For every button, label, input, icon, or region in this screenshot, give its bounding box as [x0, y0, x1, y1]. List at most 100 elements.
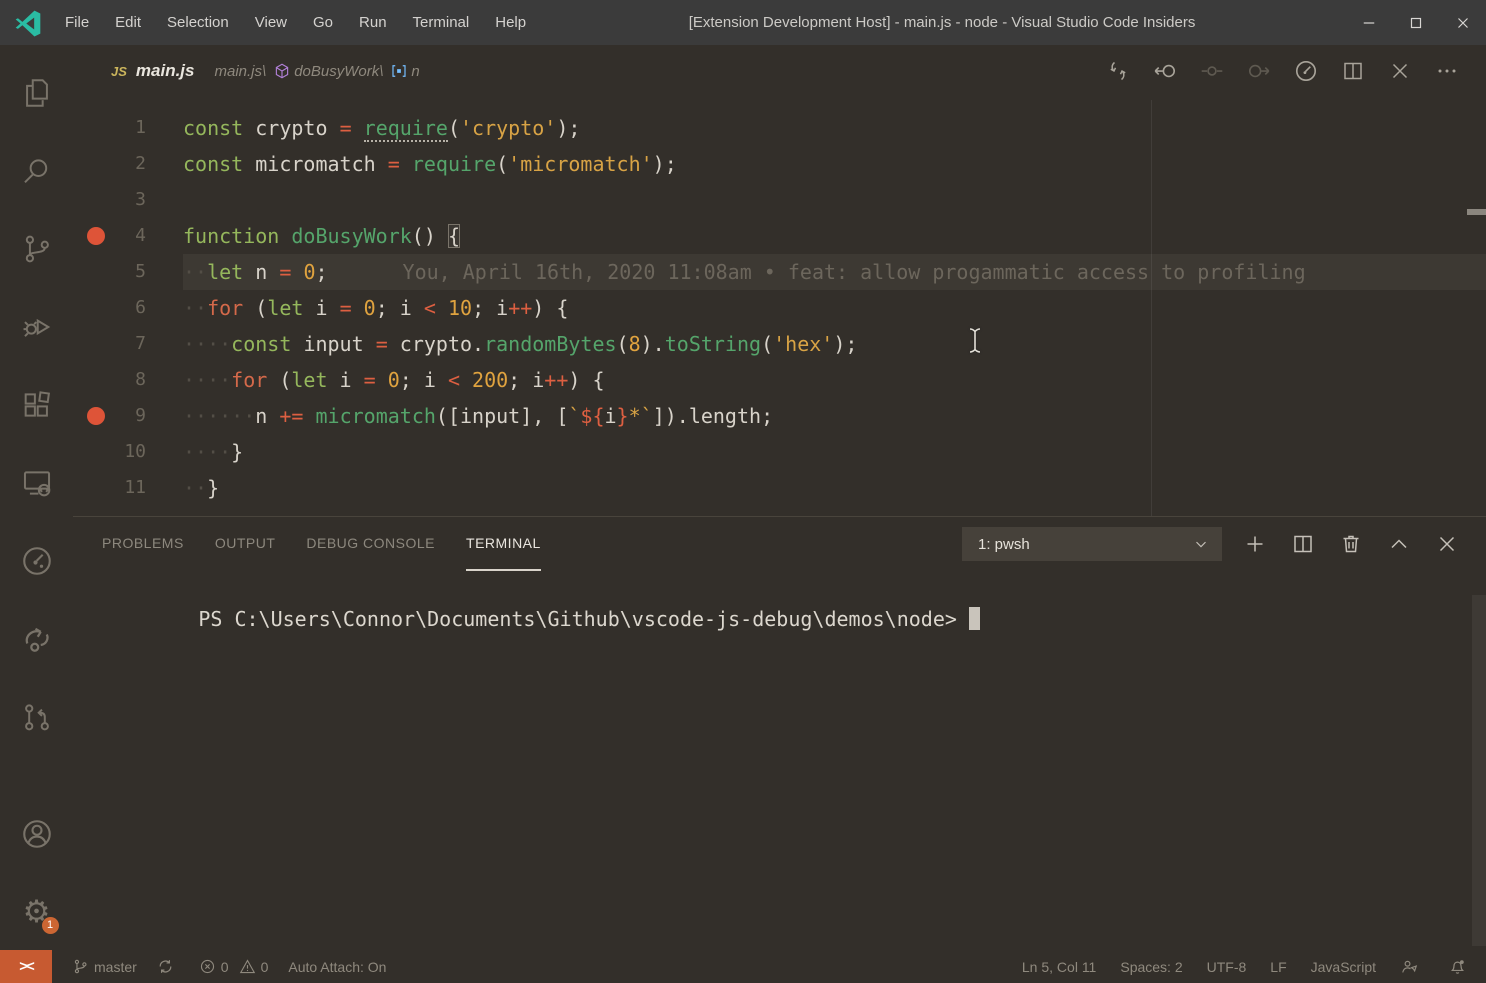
breadcrumb-variable[interactable]: n — [411, 63, 419, 80]
close-editor-icon[interactable] — [1385, 56, 1415, 86]
close-panel-icon[interactable] — [1432, 529, 1462, 559]
more-actions-icon[interactable] — [1432, 56, 1462, 86]
tab-terminal[interactable]: TERMINAL — [466, 517, 541, 571]
remote-icon: >< — [19, 958, 33, 975]
profile-session-icon[interactable] — [1291, 56, 1321, 86]
breadcrumb-symbol[interactable]: doBusyWork\ — [294, 63, 383, 80]
breakpoint-slot[interactable] — [87, 371, 105, 389]
breakpoint-slot[interactable] — [87, 119, 105, 137]
menu-edit[interactable]: Edit — [102, 0, 154, 45]
code-line-3[interactable]: 3 — [73, 182, 1486, 218]
profile-icon[interactable] — [13, 535, 61, 587]
auto-attach-item[interactable]: Auto Attach: On — [288, 959, 386, 975]
tab-output[interactable]: OUTPUT — [215, 517, 276, 571]
breakpoint-slot[interactable] — [87, 299, 105, 317]
problems-item[interactable]: 0 0 — [199, 958, 269, 975]
breakpoint-slot[interactable] — [87, 155, 105, 173]
code-line-8[interactable]: 8····for (let i = 0; i < 200; i++) { — [73, 362, 1486, 398]
kill-terminal-icon[interactable] — [1336, 529, 1366, 559]
line-col-item[interactable]: Ln 5, Col 11 — [1022, 959, 1096, 975]
git-branch-item[interactable]: master — [72, 958, 137, 975]
tab-problems[interactable]: PROBLEMS — [102, 517, 184, 571]
errors-icon — [199, 958, 216, 975]
code-line-content[interactable] — [183, 182, 1486, 218]
line-number: 7 — [105, 326, 183, 362]
code-line-5[interactable]: 5··let n = 0;You, April 16th, 2020 11:08… — [73, 254, 1486, 290]
terminal-content[interactable]: PS C:\Users\Connor\Documents\Github\vsco… — [73, 571, 1486, 950]
source-control-icon[interactable] — [13, 223, 61, 275]
settings-gear-icon[interactable]: ⚙ 1 — [13, 886, 61, 938]
step-previous-icon[interactable] — [1197, 56, 1227, 86]
menu-view[interactable]: View — [242, 0, 300, 45]
editor-header: JS main.js main.js\ doBusyWork\ n — [73, 45, 1486, 97]
breakpoint-dot[interactable] — [87, 407, 105, 425]
new-terminal-icon[interactable] — [1240, 529, 1270, 559]
breadcrumb-file[interactable]: main.js\ — [215, 63, 267, 80]
code-line-4[interactable]: 4function doBusyWork() { — [73, 218, 1486, 254]
breakpoint-slot[interactable] — [87, 443, 105, 461]
compare-changes-icon[interactable] — [1103, 56, 1133, 86]
remote-explorer-icon[interactable] — [13, 457, 61, 509]
bottom-panel: PROBLEMS OUTPUT DEBUG CONSOLE TERMINAL 1… — [73, 516, 1486, 950]
code-line-6[interactable]: 6··for (let i = 0; i < 10; i++) { — [73, 290, 1486, 326]
code-line-content[interactable]: ····for (let i = 0; i < 200; i++) { — [183, 362, 1486, 398]
indentation-item[interactable]: Spaces: 2 — [1120, 959, 1182, 975]
feedback-icon[interactable] — [1400, 957, 1424, 976]
maximize-button[interactable] — [1392, 0, 1439, 45]
navigate-back-icon[interactable] — [1150, 56, 1180, 86]
code-line-content[interactable]: ··for (let i = 0; i < 10; i++) { — [183, 290, 1486, 326]
warnings-icon — [239, 958, 256, 975]
explorer-icon[interactable] — [13, 67, 61, 119]
line-number: 5 — [105, 254, 183, 290]
terminal-scrollbar[interactable] — [1472, 595, 1486, 946]
pull-requests-icon[interactable] — [13, 691, 61, 743]
menu-terminal[interactable]: Terminal — [400, 0, 483, 45]
code-line-10[interactable]: 10····} — [73, 434, 1486, 470]
breakpoint-slot[interactable] — [87, 263, 105, 281]
sync-item[interactable] — [157, 958, 179, 975]
tab-main-js[interactable]: main.js — [136, 61, 195, 81]
language-item[interactable]: JavaScript — [1311, 959, 1376, 975]
branch-icon — [72, 958, 89, 975]
menu-help[interactable]: Help — [482, 0, 539, 45]
code-line-content[interactable]: ··let n = 0;You, April 16th, 2020 11:08a… — [183, 254, 1486, 290]
tab-debug-console[interactable]: DEBUG CONSOLE — [306, 517, 435, 571]
maximize-panel-icon[interactable] — [1384, 529, 1414, 559]
split-terminal-icon[interactable] — [1288, 529, 1318, 559]
breakpoint-slot[interactable] — [87, 479, 105, 497]
search-icon[interactable] — [13, 145, 61, 197]
split-editor-icon[interactable] — [1338, 56, 1368, 86]
code-line-content[interactable]: const crypto = require('crypto'); — [183, 110, 1486, 146]
code-line-content[interactable]: ······n += micromatch([input], [`${i}*`]… — [183, 398, 1486, 434]
menu-selection[interactable]: Selection — [154, 0, 242, 45]
encoding-item[interactable]: UTF-8 — [1207, 959, 1247, 975]
accounts-icon[interactable] — [13, 808, 61, 860]
code-line-content[interactable]: const micromatch = require('micromatch')… — [183, 146, 1486, 182]
code-line-1[interactable]: 1const crypto = require('crypto'); — [73, 110, 1486, 146]
notifications-bell[interactable] — [1448, 957, 1472, 976]
code-line-content[interactable]: ··} — [183, 470, 1486, 506]
code-line-11[interactable]: 11··} — [73, 470, 1486, 506]
live-share-icon[interactable] — [13, 613, 61, 665]
run-and-debug-icon[interactable] — [13, 301, 61, 353]
code-line-content[interactable]: ····const input = crypto.randomBytes(8).… — [183, 326, 1486, 362]
breakpoint-slot[interactable] — [87, 191, 105, 209]
code-editor[interactable]: 1const crypto = require('crypto');2const… — [73, 97, 1486, 516]
breakpoint-dot[interactable] — [87, 227, 105, 245]
terminal-instance-select[interactable]: 1: pwsh — [962, 527, 1222, 561]
breakpoint-slot[interactable] — [87, 335, 105, 353]
menu-go[interactable]: Go — [300, 0, 346, 45]
eol-item[interactable]: LF — [1270, 959, 1286, 975]
remote-indicator[interactable]: >< — [0, 950, 52, 983]
menu-file[interactable]: File — [52, 0, 102, 45]
step-next-icon[interactable] — [1244, 56, 1274, 86]
minimize-button[interactable] — [1345, 0, 1392, 45]
code-line-content[interactable]: ····} — [183, 434, 1486, 470]
code-line-7[interactable]: 7····const input = crypto.randomBytes(8)… — [73, 326, 1486, 362]
menu-run[interactable]: Run — [346, 0, 400, 45]
code-line-9[interactable]: 9······n += micromatch([input], [`${i}*`… — [73, 398, 1486, 434]
code-line-content[interactable]: function doBusyWork() { — [183, 218, 1486, 254]
extensions-icon[interactable] — [13, 379, 61, 431]
code-line-2[interactable]: 2const micromatch = require('micromatch'… — [73, 146, 1486, 182]
close-button[interactable] — [1439, 0, 1486, 45]
